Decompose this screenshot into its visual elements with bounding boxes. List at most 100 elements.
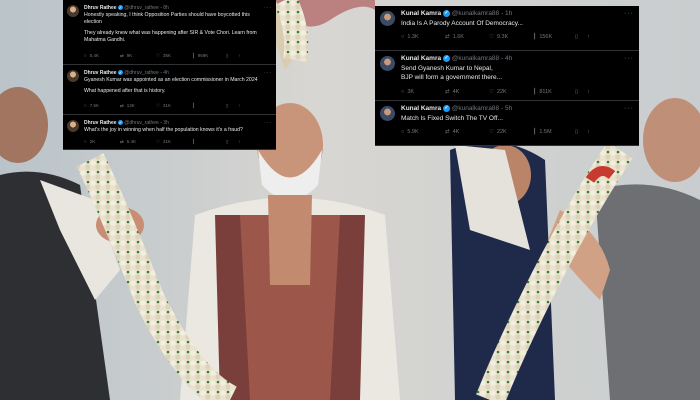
repost-icon: ⇄ <box>445 89 450 95</box>
repost-count: 5.4K <box>126 139 137 144</box>
like-count: 22K <box>496 129 507 135</box>
views-action[interactable]: ┃ <box>192 139 198 145</box>
like-action[interactable]: ♡ 31K <box>156 103 171 109</box>
like-count: 35K <box>163 53 172 58</box>
more-icon[interactable]: ··· <box>624 55 634 62</box>
avatar[interactable] <box>380 106 395 121</box>
views-action[interactable]: ┃ 1.5M <box>533 129 552 135</box>
bookmark-icon[interactable]: ▯ <box>226 139 228 145</box>
author-name[interactable]: Kunal Kamra <box>401 55 441 62</box>
author-handle[interactable]: @kunalkamra88 <box>452 55 499 62</box>
repost-icon: ⇄ <box>120 139 124 144</box>
views-action[interactable]: ┃ <box>192 103 198 109</box>
repost-icon: ⇄ <box>120 53 124 58</box>
tweet-timestamp[interactable]: 3h <box>163 120 169 126</box>
views-icon: ┃ <box>192 53 195 58</box>
reply-count: 2K <box>89 139 96 144</box>
repost-action[interactable]: ⇄ 13K <box>120 103 135 109</box>
verified-badge-icon: ✓ <box>442 55 450 62</box>
tweet[interactable]: Kunal Kamra ✓ @kunalkamra88 · 1h ··· India… <box>375 6 639 51</box>
tweet-timestamp[interactable]: 4h <box>163 70 169 76</box>
share-icon[interactable]: ↑ <box>587 89 590 95</box>
tweet-timestamp[interactable]: 4h <box>505 55 512 62</box>
avatar[interactable] <box>380 56 395 71</box>
bookmark-icon[interactable]: ▯ <box>575 129 578 135</box>
author-name[interactable]: Kunal Kamra <box>401 105 441 112</box>
views-icon: ┃ <box>533 129 537 135</box>
author-handle[interactable]: @kunalkamra88 <box>452 10 499 17</box>
repost-action[interactable]: ⇄ 4K <box>445 129 459 135</box>
more-icon[interactable]: ··· <box>624 105 634 112</box>
repost-action[interactable]: ⇄ 5.4K <box>120 139 136 145</box>
tweet[interactable]: Kunal Kamra ✓ @kunalkamra88 · 5h ··· Match… <box>375 101 639 146</box>
repost-action[interactable]: ⇄ 9K <box>120 53 132 59</box>
like-icon: ♡ <box>489 34 494 40</box>
tweet-timestamp[interactable]: 5h <box>505 105 512 112</box>
tweet[interactable]: Dhruv Rathee ✓ @dhruv_rathee · 4h ··· Gyan… <box>63 65 276 115</box>
bookmark-icon[interactable]: ▯ <box>575 34 578 40</box>
reply-action[interactable]: ○ 1.3K <box>401 34 419 40</box>
like-count: 9.3K <box>496 34 509 40</box>
more-icon[interactable]: ··· <box>264 5 272 11</box>
avatar[interactable] <box>380 11 395 26</box>
reply-count: 5.4K <box>89 53 99 58</box>
reply-action[interactable]: ○ 5.9K <box>401 129 419 135</box>
reply-action[interactable]: ○ 7.6K <box>84 103 99 108</box>
tweet[interactable]: Dhruv Rathee ✓ @dhruv_rathee · 8h ··· Hone… <box>63 0 276 65</box>
more-icon[interactable]: ··· <box>624 10 634 17</box>
share-icon[interactable]: ↑ <box>587 34 590 40</box>
repost-action[interactable]: ⇄ 4K <box>445 89 459 95</box>
views-count: 811K <box>539 89 552 95</box>
repost-count: 4K <box>452 129 460 135</box>
reply-action[interactable]: ○ 5.4K <box>84 53 99 58</box>
tweet-timestamp[interactable]: 8h <box>163 5 169 11</box>
author-name[interactable]: Kunal Kamra <box>401 10 441 17</box>
tweet-timestamp[interactable]: 1h <box>505 10 512 17</box>
author-handle[interactable]: @dhruv_rathee <box>124 5 159 11</box>
more-icon[interactable]: ··· <box>264 120 272 126</box>
avatar[interactable] <box>67 120 79 132</box>
views-icon: ┃ <box>192 139 195 144</box>
author-name[interactable]: Dhruv Rathee <box>84 70 117 76</box>
bookmark-icon[interactable]: ▯ <box>575 89 578 95</box>
views-action[interactable]: ┃ 156K <box>533 34 552 40</box>
reply-action[interactable]: ○ 2K <box>84 139 95 144</box>
like-action[interactable]: ♡ 9.3K <box>489 34 508 40</box>
author-handle[interactable]: @dhruv_rathee <box>124 70 159 76</box>
bookmark-icon[interactable]: ▯ <box>226 103 228 109</box>
tweet[interactable]: Dhruv Rathee ✓ @dhruv_rathee · 3h ··· What… <box>63 115 276 150</box>
tweet-text-line: Send Gyanesh Kumar to Nepal, <box>401 65 493 72</box>
reply-action[interactable]: ○ 3K <box>401 89 414 95</box>
views-action[interactable]: ┃ 969K <box>192 53 208 59</box>
repost-icon: ⇄ <box>120 103 124 108</box>
share-icon[interactable]: ↑ <box>238 53 240 58</box>
like-action[interactable]: ♡ 35K <box>156 53 171 59</box>
views-icon: ┃ <box>533 89 537 95</box>
author-handle[interactable]: @dhruv_rathee <box>124 120 159 126</box>
tweet-text-line: Mahatma Gandhi. <box>84 37 126 43</box>
verified-badge-icon: ✓ <box>117 120 123 126</box>
like-action[interactable]: ♡ 21K <box>156 139 171 145</box>
tweet[interactable]: Kunal Kamra ✓ @kunalkamra88 · 4h ··· Send … <box>375 51 639 101</box>
tweet-header: Dhruv Rathee ✓ @dhruv_rathee · 3h <box>84 120 169 126</box>
reply-icon: ○ <box>84 103 87 108</box>
share-icon[interactable]: ↑ <box>238 139 240 144</box>
author-name[interactable]: Dhruv Rathee <box>84 5 117 11</box>
like-action[interactable]: ♡ 22K <box>489 129 507 135</box>
avatar[interactable] <box>67 70 79 82</box>
views-action[interactable]: ┃ 811K <box>533 89 552 95</box>
author-name[interactable]: Dhruv Rathee <box>84 120 117 126</box>
repost-action[interactable]: ⇄ 1.6K <box>445 34 464 40</box>
author-handle[interactable]: @kunalkamra88 <box>452 105 499 112</box>
share-icon[interactable]: ↑ <box>587 129 590 135</box>
reply-count: 3K <box>407 89 415 95</box>
bookmark-icon[interactable]: ▯ <box>226 53 228 59</box>
tweet-text: Match Is Fixed Switch The TV Off... <box>401 114 503 123</box>
share-icon[interactable]: ↑ <box>238 103 240 108</box>
like-action[interactable]: ♡ 22K <box>489 89 507 95</box>
views-count: 969K <box>197 53 209 58</box>
verified-badge-icon: ✓ <box>442 105 450 112</box>
avatar[interactable] <box>67 5 79 17</box>
more-icon[interactable]: ··· <box>264 70 272 76</box>
reply-icon: ○ <box>84 53 87 58</box>
